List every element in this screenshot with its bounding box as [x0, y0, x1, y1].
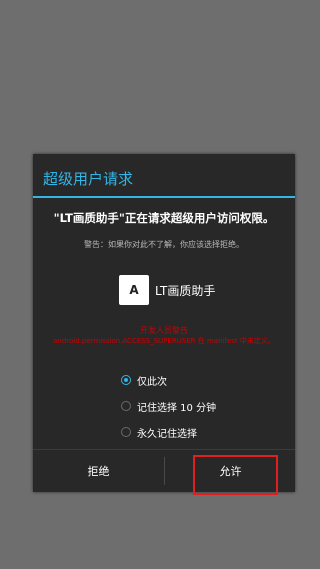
request-message: "LT画质助手"正在请求超级用户访问权限。 [53, 211, 275, 225]
dialog-title: 超级用户请求 [43, 170, 134, 188]
radio-selected-icon[interactable] [121, 375, 131, 385]
deny-button[interactable]: 拒绝 [33, 450, 164, 492]
developer-warning-body: android.permission.ACCESS_SUPERUSER 在 ma… [53, 337, 275, 345]
radio-unselected-icon[interactable] [121, 401, 131, 411]
option-label: 仅此次 [137, 377, 167, 388]
app-name: LT画质助手 [155, 284, 216, 298]
warning-message: 警告：如果你对此不了解，你应该选择拒绝。 [84, 240, 244, 249]
radio-unselected-icon[interactable] [121, 427, 131, 437]
app-icon: A [119, 275, 149, 305]
allow-button[interactable]: 允许 [165, 450, 296, 492]
option-label: 记住选择 10 分钟 [137, 403, 217, 414]
superuser-request-dialog: 超级用户请求 "LT画质助手"正在请求超级用户访问权限。 警告：如果你对此不了解… [33, 154, 295, 492]
developer-warning-title: 开发人员警告 [140, 326, 188, 335]
option-label: 永久记住选择 [137, 429, 197, 440]
title-divider [33, 196, 295, 198]
